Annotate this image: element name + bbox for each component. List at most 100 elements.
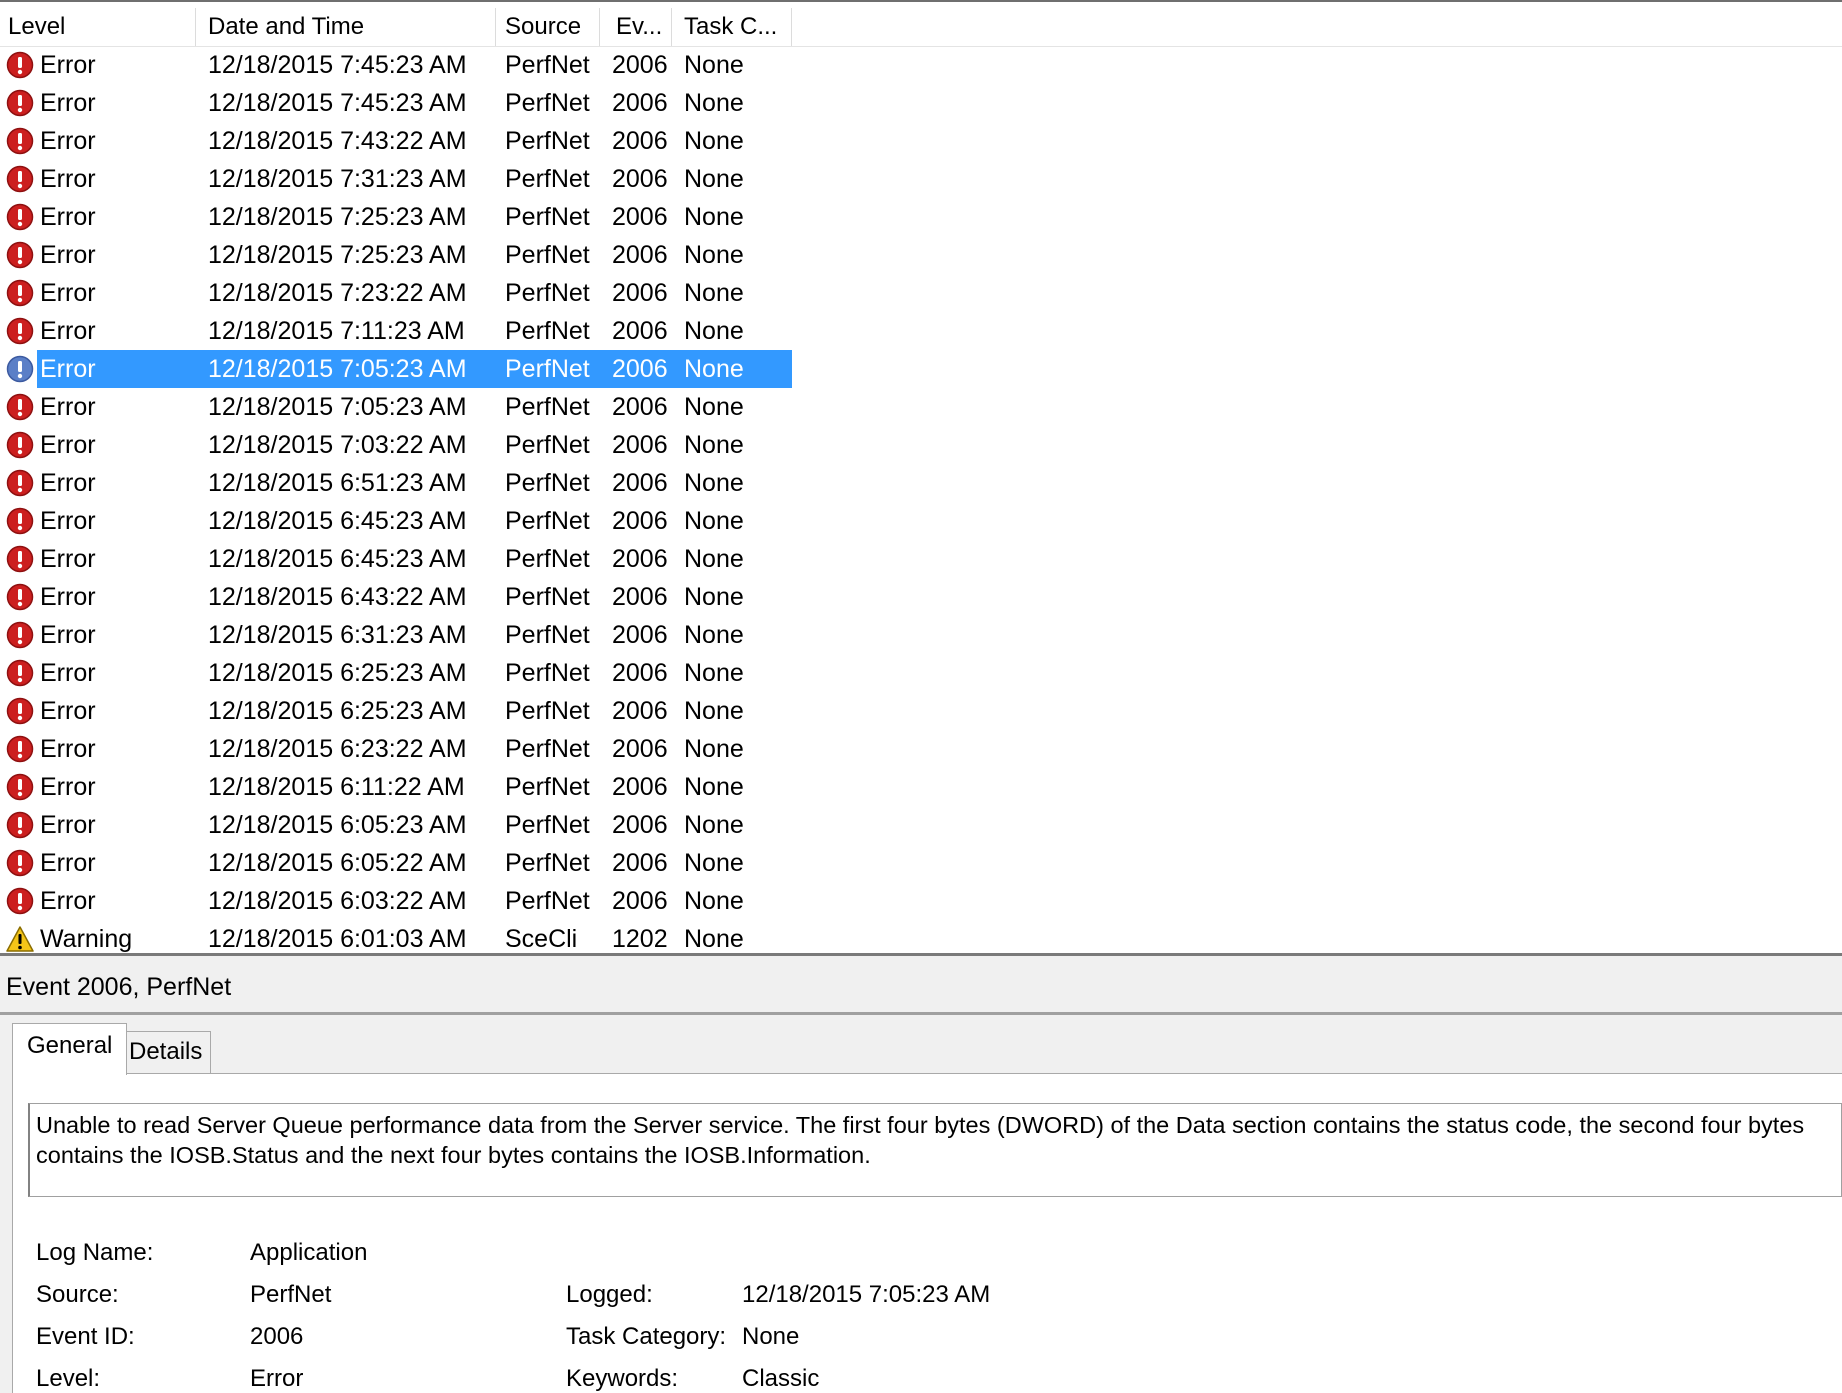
date-time-cell: 12/18/2015 6:05:22 AM — [208, 849, 467, 877]
detail-title: Event 2006, PerfNet — [6, 973, 232, 1001]
table-row[interactable]: Error 12/18/2015 6:23:22 AM PerfNet 2006 Non… — [0, 730, 1842, 768]
table-row[interactable]: Error 12/18/2015 6:05:23 AM PerfNet 2006 Non… — [0, 806, 1842, 844]
table-row[interactable]: Error 12/18/2015 7:25:23 AM PerfNet 2006 Non… — [0, 236, 1842, 274]
event-id-cell: 2006 — [612, 431, 668, 459]
event-id-value[interactable]: 2006 — [250, 1323, 303, 1351]
table-row[interactable]: Error 12/18/2015 6:45:23 AM PerfNet 2006 Non… — [0, 502, 1842, 540]
table-row[interactable]: Error 12/18/2015 7:45:23 AM PerfNet 2006 Non… — [0, 84, 1842, 122]
source-cell: PerfNet — [505, 507, 590, 535]
tab-general[interactable]: General — [12, 1023, 128, 1075]
event-id-label: Event ID: — [36, 1323, 135, 1350]
table-row[interactable]: Error 12/18/2015 7:05:23 AM PerfNet 2006 Non… — [0, 388, 1842, 426]
date-time-cell: 12/18/2015 7:25:23 AM — [208, 203, 467, 231]
level-label: Level: — [36, 1365, 101, 1392]
keywords-value[interactable]: Classic — [742, 1365, 819, 1393]
table-row[interactable]: Error 12/18/2015 7:03:22 AM PerfNet 2006 Non… — [0, 426, 1842, 464]
pane-splitter[interactable] — [0, 953, 1842, 965]
event-id-cell: 2006 — [612, 735, 668, 763]
level-cell: Error — [40, 507, 96, 535]
source-value[interactable]: PerfNet — [250, 1281, 331, 1309]
level-cell: Error — [40, 355, 96, 383]
source-cell: PerfNet — [505, 317, 590, 345]
event-id-cell: 2006 — [612, 811, 668, 839]
date-time-cell: 12/18/2015 7:45:23 AM — [208, 89, 467, 117]
source-cell: PerfNet — [505, 469, 590, 497]
table-row[interactable]: Error 12/18/2015 7:11:23 AM PerfNet 2006 Non… — [0, 312, 1842, 350]
logged-value[interactable]: 12/18/2015 7:05:23 AM — [742, 1281, 990, 1309]
source-cell: PerfNet — [505, 773, 590, 801]
source-cell: PerfNet — [505, 621, 590, 649]
level-cell: Error — [40, 203, 96, 231]
task-category-label: Task Category: — [566, 1323, 727, 1350]
table-row[interactable]: Error 12/18/2015 6:11:22 AM PerfNet 2006 Non… — [0, 768, 1842, 806]
table-row[interactable]: Error 12/18/2015 7:25:23 AM PerfNet 2006 Non… — [0, 198, 1842, 236]
source-cell: PerfNet — [505, 127, 590, 155]
event-id-cell: 2006 — [612, 887, 668, 915]
column-header-date-time[interactable]: Date and Time — [196, 8, 496, 46]
column-header-row: Level Date and Time Source Ev... Task C.… — [0, 8, 1842, 47]
source-cell: PerfNet — [505, 203, 590, 231]
source-cell: PerfNet — [505, 431, 590, 459]
column-header-task-category[interactable]: Task C... — [672, 8, 792, 46]
table-row[interactable]: Error 12/18/2015 7:05:23 AM PerfNet 2006 Non… — [0, 350, 1842, 388]
table-row[interactable]: Error 12/18/2015 6:43:22 AM PerfNet 2006 Non… — [0, 578, 1842, 616]
table-row[interactable]: Error 12/18/2015 6:03:22 AM PerfNet 2006 Non… — [0, 882, 1842, 920]
table-row[interactable]: Error 12/18/2015 7:45:23 AM PerfNet 2006 Non… — [0, 46, 1842, 84]
date-time-cell: 12/18/2015 7:11:23 AM — [208, 317, 465, 345]
level-cell: Error — [40, 697, 96, 725]
level-cell: Error — [40, 811, 96, 839]
event-id-cell: 2006 — [612, 507, 668, 535]
table-row[interactable]: Error 12/18/2015 6:45:23 AM PerfNet 2006 Non… — [0, 540, 1842, 578]
date-time-cell: 12/18/2015 7:31:23 AM — [208, 165, 467, 193]
event-id-cell: 2006 — [612, 279, 668, 307]
detail-tabs: General Details — [12, 1023, 1842, 1075]
level-cell: Error — [40, 279, 96, 307]
task-category-cell: None — [684, 621, 744, 649]
date-time-cell: 12/18/2015 6:43:22 AM — [208, 583, 467, 611]
source-cell: PerfNet — [505, 355, 590, 383]
column-header-source[interactable]: Source — [496, 8, 600, 46]
event-id-cell: 2006 — [612, 127, 668, 155]
level-cell: Error — [40, 659, 96, 687]
event-id-cell: 2006 — [612, 469, 668, 497]
table-row[interactable]: Error 12/18/2015 6:05:22 AM PerfNet 2006 Non… — [0, 844, 1842, 882]
log-name-value[interactable]: Application — [250, 1239, 367, 1267]
table-row[interactable]: Error 12/18/2015 6:25:23 AM PerfNet 2006 Non… — [0, 692, 1842, 730]
date-time-cell: 12/18/2015 7:43:22 AM — [208, 127, 467, 155]
event-id-cell: 2006 — [612, 697, 668, 725]
level-cell: Error — [40, 127, 96, 155]
table-row[interactable]: Error 12/18/2015 6:31:23 AM PerfNet 2006 Non… — [0, 616, 1842, 654]
event-id-cell: 2006 — [612, 545, 668, 573]
table-row[interactable]: Error 12/18/2015 7:23:22 AM PerfNet 2006 Non… — [0, 274, 1842, 312]
event-description[interactable]: Unable to read Server Queue performance … — [28, 1103, 1842, 1197]
column-header-event-id[interactable]: Ev... — [600, 8, 672, 46]
date-time-cell: 12/18/2015 7:45:23 AM — [208, 51, 467, 79]
table-row[interactable]: Error 12/18/2015 7:31:23 AM PerfNet 2006 Non… — [0, 160, 1842, 198]
level-value[interactable]: Error — [250, 1365, 303, 1393]
task-category-cell: None — [684, 849, 744, 877]
event-id-cell: 2006 — [612, 203, 668, 231]
event-list-pane: Level Date and Time Source Ev... Task C.… — [0, 0, 1842, 955]
level-cell: Error — [40, 89, 96, 117]
event-id-cell: 2006 — [612, 241, 668, 269]
date-time-cell: 12/18/2015 7:05:23 AM — [208, 393, 467, 421]
tab-details[interactable]: Details — [120, 1031, 212, 1073]
date-time-cell: 12/18/2015 6:45:23 AM — [208, 545, 467, 573]
task-category-value[interactable]: None — [742, 1323, 799, 1351]
event-id-cell: 2006 — [612, 849, 668, 877]
date-time-cell: 12/18/2015 6:51:23 AM — [208, 469, 467, 497]
source-cell: PerfNet — [505, 89, 590, 117]
source-cell: PerfNet — [505, 887, 590, 915]
level-cell: Error — [40, 431, 96, 459]
event-id-cell: 2006 — [612, 659, 668, 687]
table-row[interactable]: Error 12/18/2015 6:51:23 AM PerfNet 2006 Non… — [0, 464, 1842, 502]
date-time-cell: 12/18/2015 6:03:22 AM — [208, 887, 467, 915]
level-cell: Error — [40, 849, 96, 877]
date-time-cell: 12/18/2015 7:25:23 AM — [208, 241, 467, 269]
table-row[interactable]: Error 12/18/2015 6:25:23 AM PerfNet 2006 Non… — [0, 654, 1842, 692]
date-time-cell: 12/18/2015 6:25:23 AM — [208, 697, 467, 725]
table-row[interactable]: Error 12/18/2015 7:43:22 AM PerfNet 2006 Non… — [0, 122, 1842, 160]
column-header-level[interactable]: Level — [0, 8, 196, 46]
level-cell: Error — [40, 621, 96, 649]
task-category-cell: None — [684, 203, 744, 231]
